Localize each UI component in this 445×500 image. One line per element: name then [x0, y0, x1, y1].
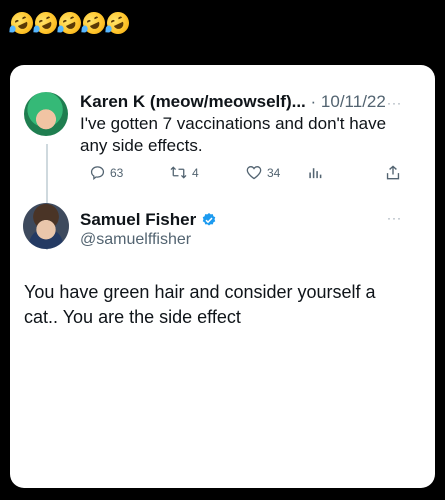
- like-count: 34: [267, 165, 281, 180]
- tweet1-separator: ·: [310, 92, 317, 111]
- rofl-emoji-icon: [7, 8, 37, 38]
- emoji-row: [7, 8, 133, 38]
- heart-icon: [246, 166, 262, 180]
- tweet2-text: You have green hair and consider yoursel…: [24, 282, 376, 327]
- tweet1-date[interactable]: 10/11/22: [321, 92, 386, 111]
- like-button[interactable]: 34: [246, 165, 280, 180]
- tweet1-author-name[interactable]: Karen K (meow/meowself)...: [80, 92, 306, 111]
- share-button[interactable]: [386, 165, 400, 180]
- rofl-emoji-icon: [31, 8, 61, 38]
- share-icon: [386, 165, 400, 180]
- views-button[interactable]: [308, 165, 322, 180]
- avatar[interactable]: [23, 203, 69, 249]
- more-options-icon[interactable]: ···: [387, 96, 402, 110]
- retweet-button[interactable]: 4: [170, 165, 199, 180]
- more-options-icon[interactable]: ···: [387, 211, 402, 225]
- tweet2-author-name[interactable]: Samuel Fisher: [80, 210, 196, 230]
- rofl-emoji-icon: [103, 8, 133, 38]
- rofl-emoji-icon: [55, 8, 85, 38]
- retweet-icon: [170, 166, 187, 179]
- analytics-icon: [309, 168, 322, 179]
- retweet-count: 4: [192, 165, 199, 180]
- tweet1-actions: 63 4 34: [80, 165, 405, 185]
- tweet1-header: Karen K (meow/meowself)... · 10/11/22: [80, 92, 386, 112]
- rofl-emoji-icon: [79, 8, 109, 38]
- tweet1-text: I've gotten 7 vaccinations and don't hav…: [80, 114, 387, 155]
- tweet2-author: Samuel Fisher: [80, 210, 217, 230]
- reply-count: 63: [110, 165, 124, 180]
- verified-badge-icon: [202, 213, 216, 226]
- reply-button[interactable]: 63: [90, 165, 123, 180]
- tweet2-handle[interactable]: @samuelffisher: [80, 231, 191, 249]
- avatar[interactable]: [24, 92, 68, 136]
- reply-icon: [90, 166, 105, 180]
